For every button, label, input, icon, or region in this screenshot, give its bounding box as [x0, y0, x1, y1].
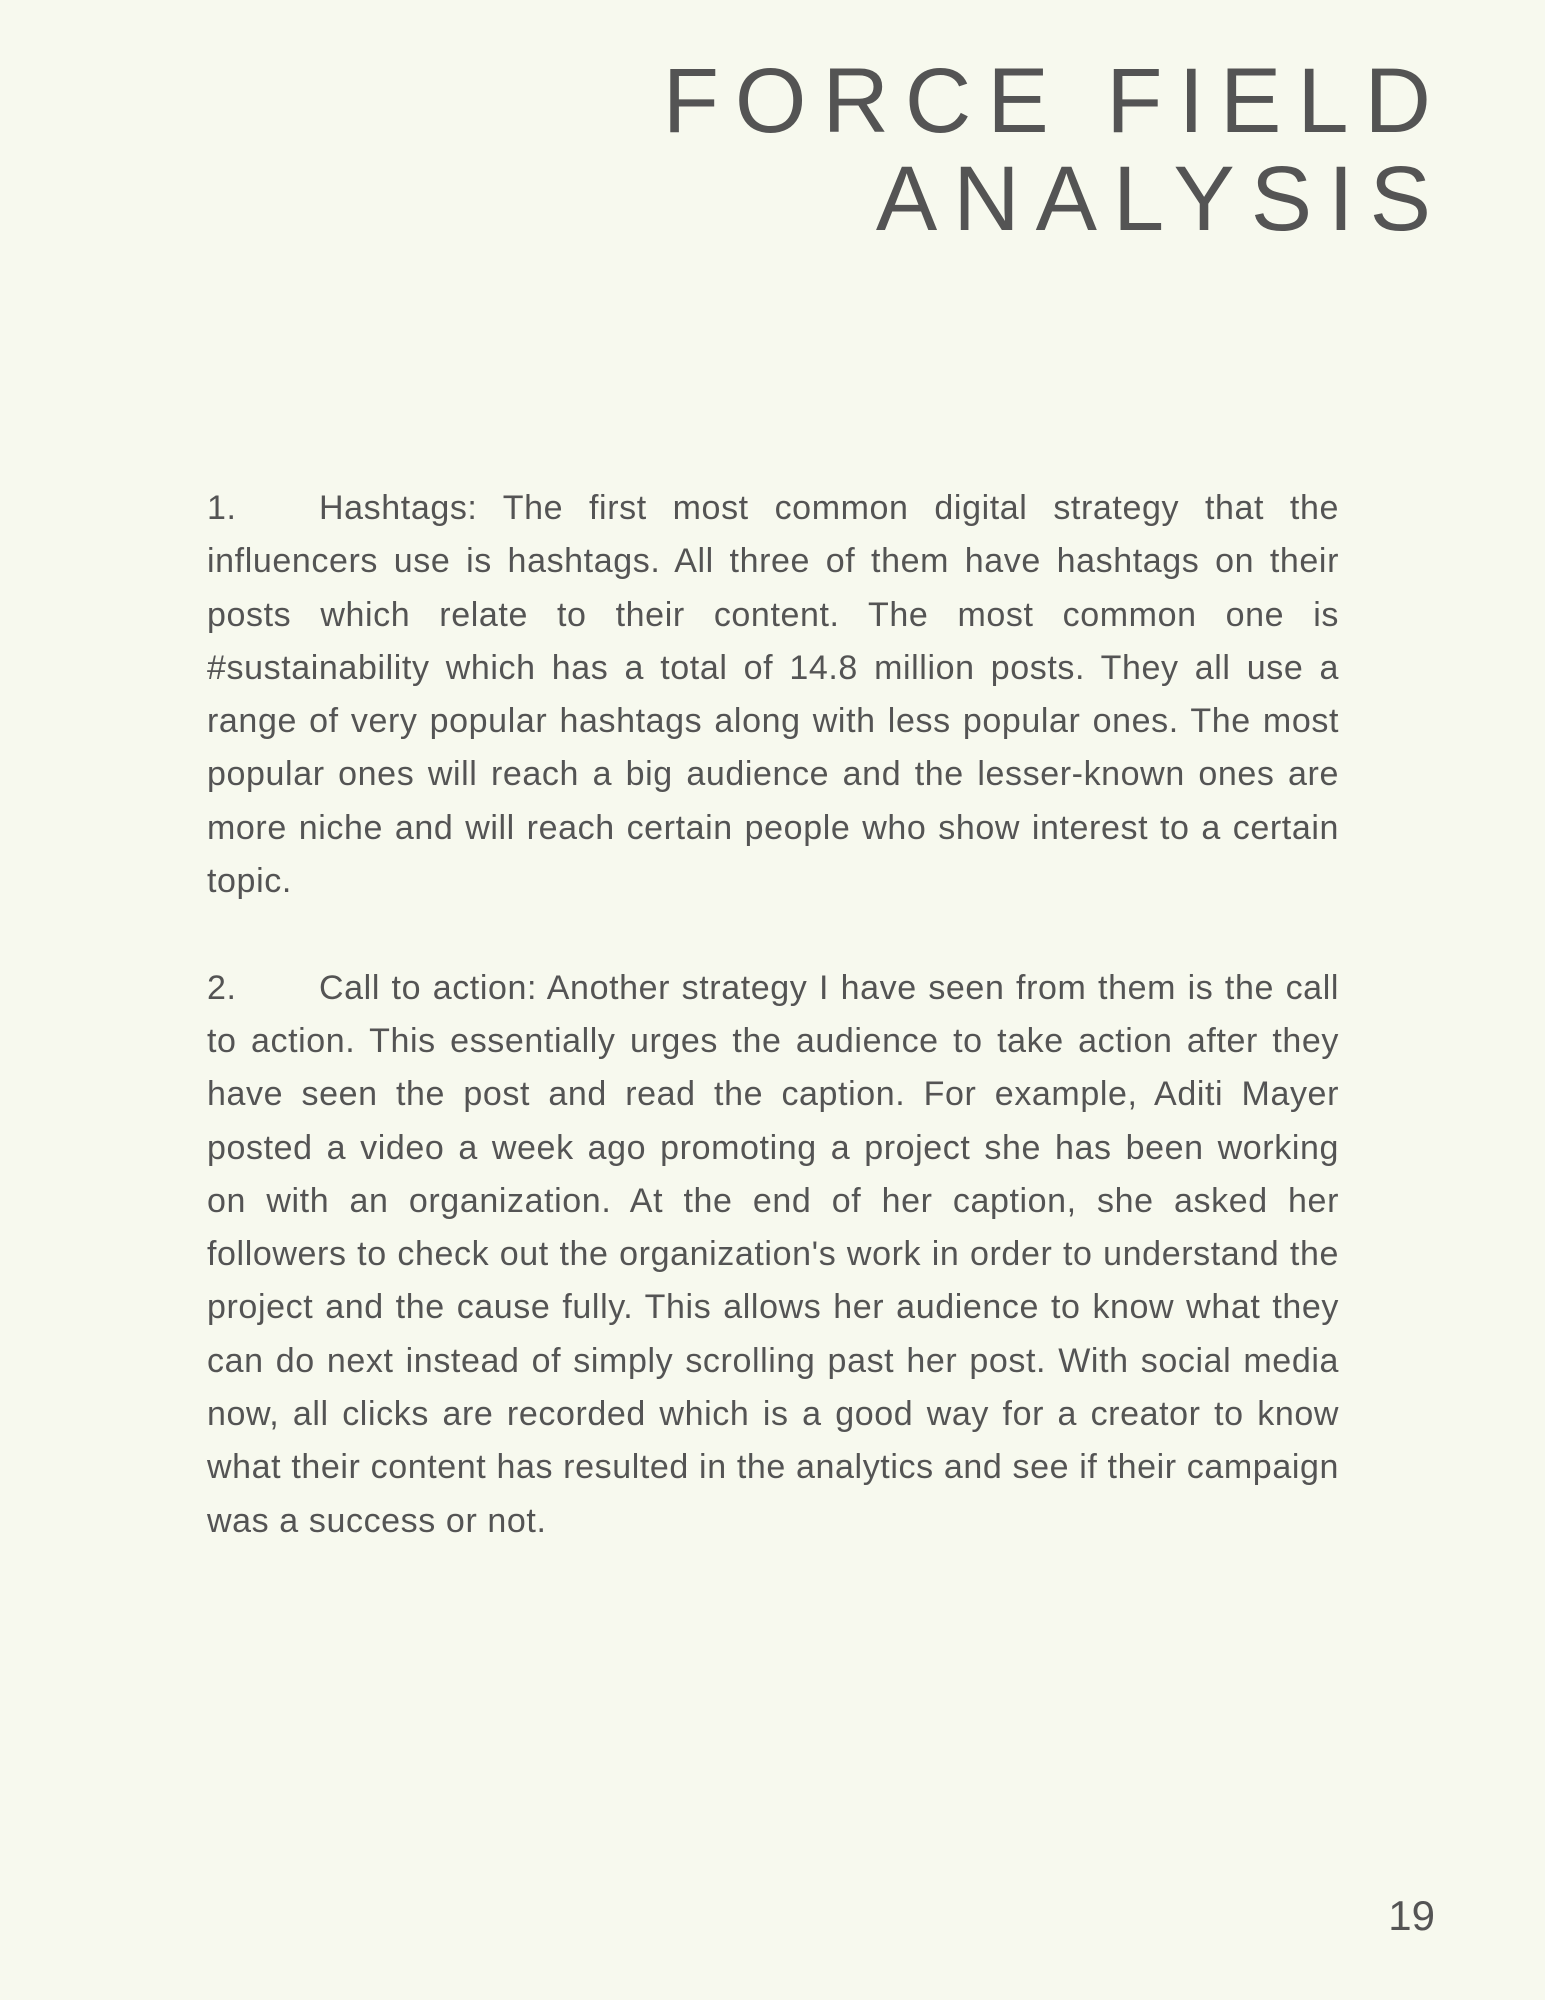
paragraph-hashtags: 1. Hashtags: The first most common digita…: [207, 482, 1339, 908]
body-text: 1. Hashtags: The first most common digita…: [207, 482, 1339, 1601]
title-line-2: ANALYSIS: [875, 148, 1447, 250]
page-number: 19: [1388, 1892, 1435, 1939]
paragraph-text: Call to action: Another strategy I have …: [207, 968, 1339, 1540]
title-line-1: FORCE FIELD: [662, 50, 1447, 152]
page-title: FORCE FIELD ANALYSIS: [663, 52, 1447, 248]
list-number: 1.: [207, 489, 237, 527]
paragraph-call-to-action: 2. Call to action: Another strategy I hav…: [207, 962, 1339, 1548]
list-number: 2.: [207, 968, 237, 1007]
paragraph-text: Hashtags: The first most common digital …: [207, 489, 1339, 901]
